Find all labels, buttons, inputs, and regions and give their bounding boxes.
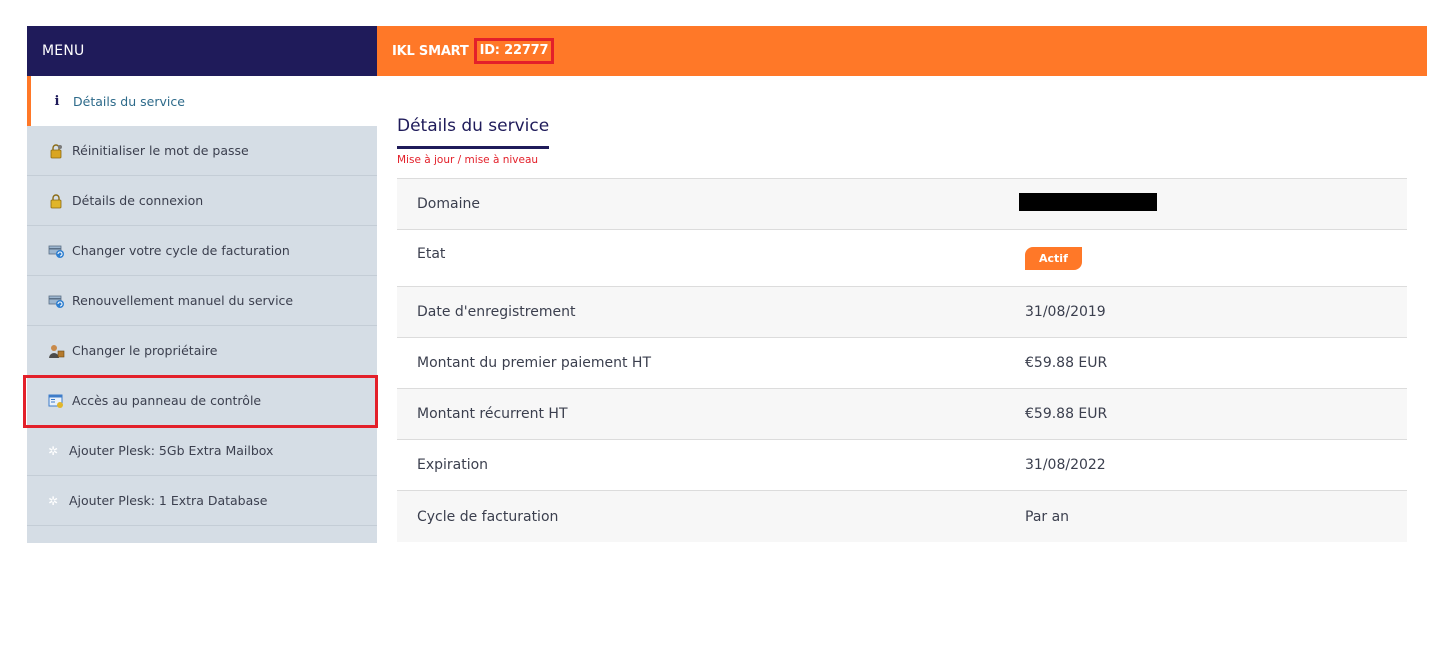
sidebar-item-login-details[interactable]: Détails de connexion xyxy=(27,176,377,226)
control-panel-icon xyxy=(47,393,65,409)
status-badge: Actif xyxy=(1025,246,1082,270)
sidebar-menu: MENU i Détails du service Réinitialiser … xyxy=(23,26,378,543)
sidebar-item-label: Changer votre cycle de facturation xyxy=(72,243,290,258)
row-value: €59.88 EUR xyxy=(1025,406,1108,422)
sidebar-item-billing-cycle[interactable]: Changer votre cycle de facturation xyxy=(27,226,377,276)
sidebar-item-change-owner[interactable]: Changer le propriétaire xyxy=(27,326,377,376)
sidebar-item-label: Changer le propriétaire xyxy=(72,343,218,358)
sidebar-item-label: Renouvellement manuel du service xyxy=(72,293,294,308)
info-icon: i xyxy=(54,93,60,109)
owner-icon xyxy=(47,343,65,359)
product-name: IKL SMART xyxy=(392,43,469,59)
row-value xyxy=(1019,193,1407,215)
sidebar-item-label: Détails du service xyxy=(73,93,185,109)
row-value: 31/08/2022 xyxy=(1025,457,1106,473)
sidebar-item-label: Ajouter Plesk: 1 Extra Database xyxy=(69,493,268,508)
row-value: €59.88 EUR xyxy=(1025,355,1108,371)
upgrade-link[interactable]: Mise à jour / mise à niveau xyxy=(397,154,1407,166)
sidebar-item-label: Réinitialiser le mot de passe xyxy=(72,143,249,158)
menu-header: MENU xyxy=(27,26,377,76)
service-id: ID: 22777 xyxy=(473,38,555,64)
service-details-table: Domaine Etat Actif Date d'enregistrement… xyxy=(397,178,1407,542)
table-row: Montant récurrent HT €59.88 EUR xyxy=(397,389,1407,440)
row-value: Actif xyxy=(1025,246,1407,270)
row-label: Etat xyxy=(417,246,446,262)
gear-icon: ✲ xyxy=(47,443,59,458)
gear-icon: ✲ xyxy=(47,493,59,508)
row-label: Cycle de facturation xyxy=(417,508,559,525)
table-row: Cycle de facturation Par an xyxy=(397,491,1407,542)
sidebar-item-addon-extra-mailbox[interactable]: ✲ Ajouter Plesk: 5Gb Extra Mailbox xyxy=(27,426,377,476)
row-value: 31/08/2019 xyxy=(1025,304,1106,320)
sidebar-item-manual-renewal[interactable]: Renouvellement manuel du service xyxy=(27,276,377,326)
details-section: Détails du service Mise à jour / mise à … xyxy=(377,76,1427,542)
key-lock-icon xyxy=(47,143,65,159)
row-label: Montant du premier paiement HT xyxy=(417,355,652,371)
table-row: Etat Actif xyxy=(397,230,1407,287)
row-label: Domaine xyxy=(417,196,480,212)
service-page: MENU i Détails du service Réinitialiser … xyxy=(23,26,1427,543)
redacted-domain xyxy=(1019,193,1157,211)
billing-cycle-icon xyxy=(47,243,65,259)
table-row: Date d'enregistrement 31/08/2019 xyxy=(397,287,1407,338)
sidebar-item-reset-password[interactable]: Réinitialiser le mot de passe xyxy=(27,126,377,176)
service-header-bar: IKL SMART ID: 22777 xyxy=(377,26,1427,76)
lock-icon xyxy=(47,193,65,209)
sidebar-item-label: Ajouter Plesk: 5Gb Extra Mailbox xyxy=(69,443,274,458)
table-row: Montant du premier paiement HT €59.88 EU… xyxy=(397,338,1407,389)
sidebar-item-control-panel-access[interactable]: Accès au panneau de contrôle xyxy=(27,376,377,426)
table-row: Domaine xyxy=(397,179,1407,230)
row-label: Expiration xyxy=(417,457,489,473)
main-content: IKL SMART ID: 22777 Détails du service M… xyxy=(377,26,1427,543)
page-title: Détails du service xyxy=(397,116,550,149)
sidebar-item-label: Accès au panneau de contrôle xyxy=(72,393,262,408)
row-label: Date d'enregistrement xyxy=(417,304,576,320)
row-value: Par an xyxy=(1025,508,1070,525)
table-row: Expiration 31/08/2022 xyxy=(397,440,1407,491)
renew-icon xyxy=(47,293,65,309)
sidebar-item-label: Détails de connexion xyxy=(72,193,204,208)
sidebar-item-addon-extra-database[interactable]: ✲ Ajouter Plesk: 1 Extra Database xyxy=(27,476,377,526)
row-label: Montant récurrent HT xyxy=(417,406,568,422)
sidebar-item-service-details[interactable]: i Détails du service xyxy=(27,76,377,126)
